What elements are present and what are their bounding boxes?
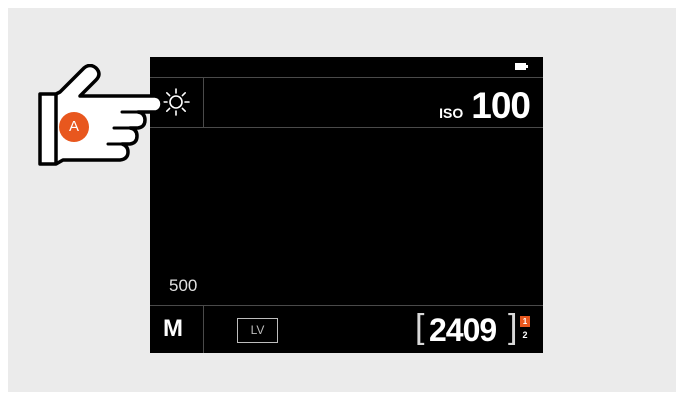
exposure-mode[interactable]: M: [163, 315, 183, 343]
shot-count: 2409: [429, 312, 497, 348]
divider: [150, 127, 543, 128]
divider: [150, 77, 543, 78]
bracket-left: [: [415, 308, 425, 346]
iso-label: ISO: [439, 105, 464, 121]
bracket-right: ]: [508, 308, 518, 346]
card-slot-2-indicator: 2: [522, 330, 528, 340]
live-view-button[interactable]: LV: [237, 318, 278, 343]
divider: [203, 305, 204, 353]
shutter-speed: 500: [169, 276, 198, 295]
iso-setting[interactable]: ISO 100: [439, 85, 531, 126]
callout-badge-a: A: [59, 112, 89, 142]
divider: [203, 77, 204, 127]
camera-screen: ISO 100 500 M LV [ 2409 ] 1 2: [150, 57, 543, 353]
card-slot-1-indicator: 1: [520, 316, 530, 327]
iso-value: 100: [471, 85, 531, 126]
battery-icon: [515, 63, 526, 70]
divider: [150, 305, 543, 306]
pointing-hand-icon: [38, 63, 168, 168]
battery-tip: [526, 65, 528, 68]
